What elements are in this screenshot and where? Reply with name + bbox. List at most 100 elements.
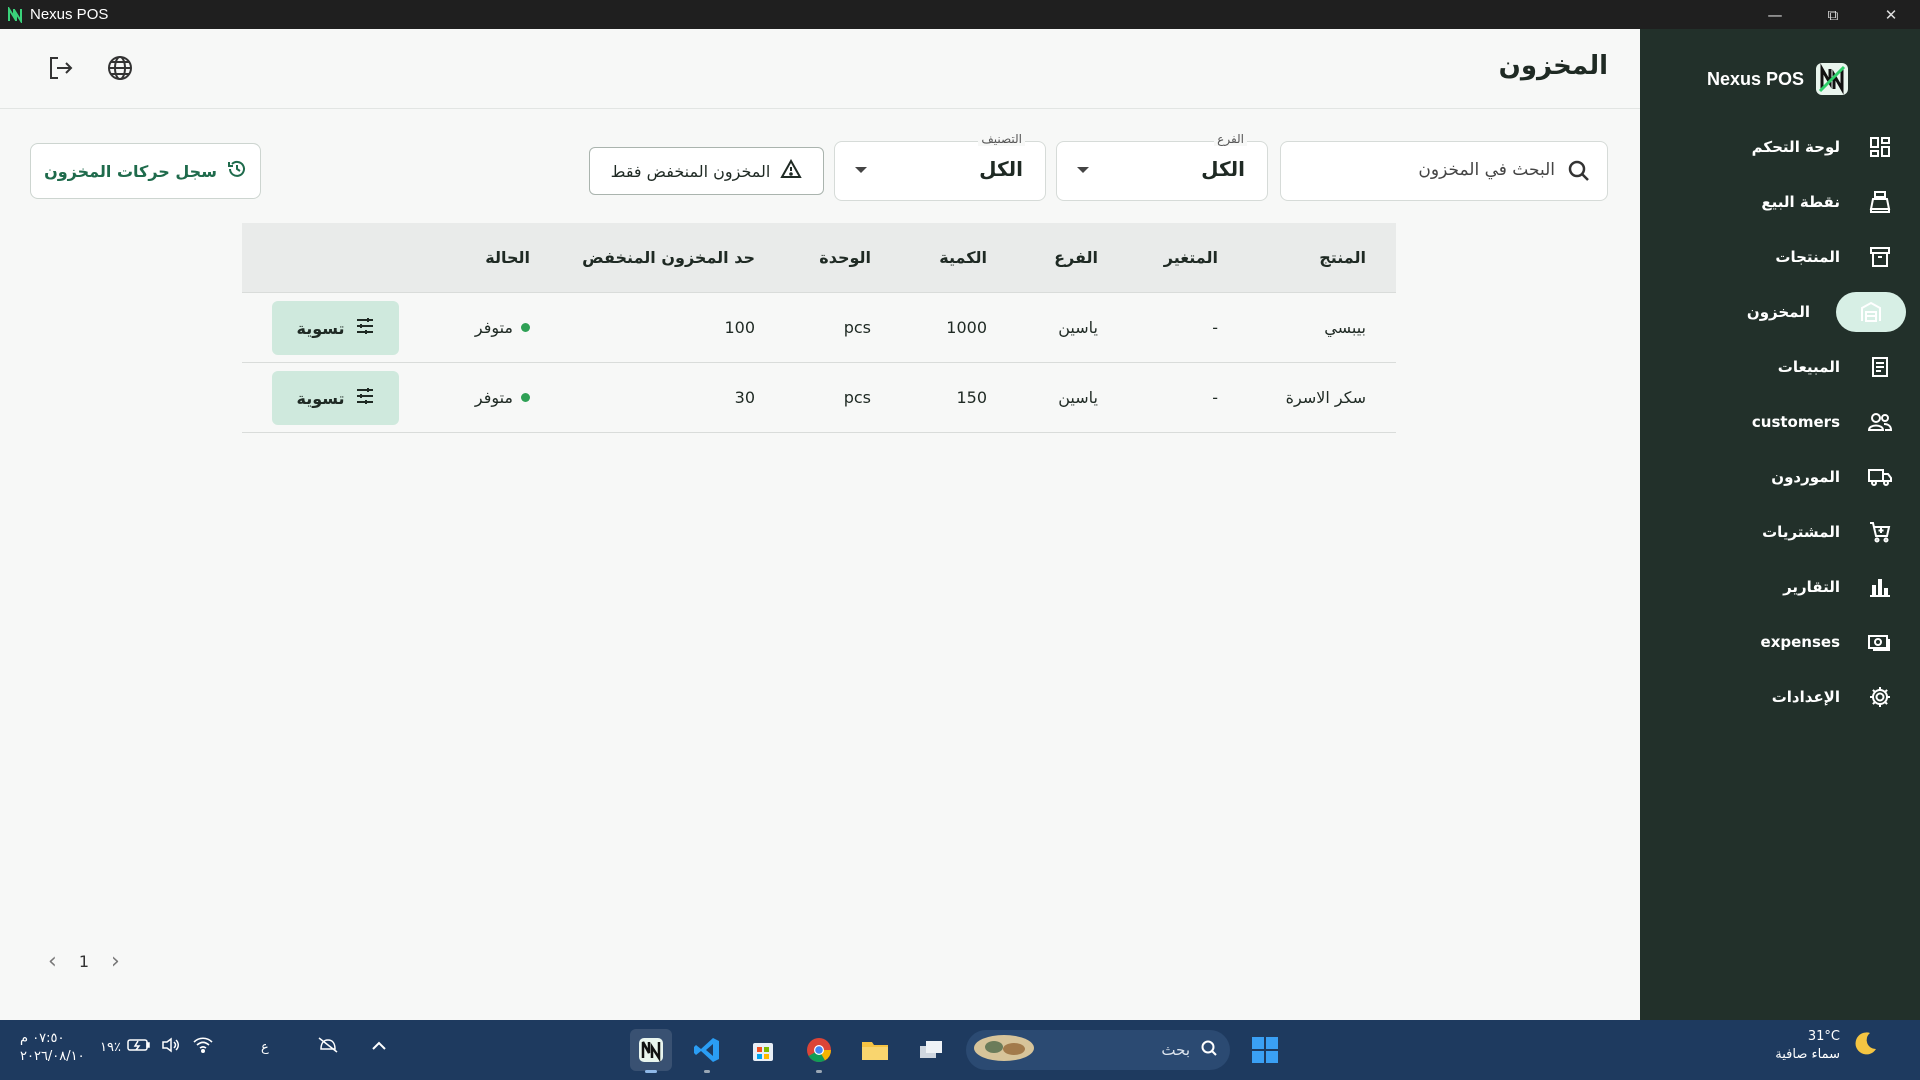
search-icon (1567, 159, 1591, 187)
col-variant: المتغير (1163, 248, 1218, 267)
cart-icon (1866, 518, 1894, 546)
sidebar-item-products[interactable]: المنتجات (1654, 237, 1906, 277)
warning-triangle-icon (780, 158, 803, 183)
file-explorer-taskbar-icon[interactable] (854, 1029, 896, 1071)
cell-branch: ياسين (1058, 388, 1098, 407)
cell-variant: - (1212, 388, 1218, 407)
sidebar-item-purchases[interactable]: المشتريات (1654, 512, 1906, 552)
notifications-off-icon[interactable] (317, 1036, 339, 1058)
current-page[interactable]: 1 (79, 952, 89, 971)
prev-page-button[interactable]: ‹ (48, 949, 57, 974)
chevron-up-icon[interactable] (371, 1040, 387, 1055)
close-button[interactable]: ✕ (1862, 0, 1920, 29)
sidebar-item-dashboard[interactable]: لوحة التحكم (1654, 127, 1906, 167)
sidebar-item-label: لوحة التحكم (1751, 138, 1840, 156)
archive-box-icon (1866, 243, 1894, 271)
sidebar-item-settings[interactable]: الإعدادات (1654, 677, 1906, 717)
window-title: Nexus POS (30, 6, 109, 23)
system-tray: ١٩٪ ع (100, 1036, 387, 1058)
status-text: متوفر (474, 318, 513, 337)
history-label: سجل حركات المخزون (44, 161, 217, 181)
gear-icon (1866, 683, 1894, 711)
logout-icon[interactable] (43, 51, 77, 85)
table-header: المنتج المتغير الفرع الكمية الوحدة حد ال… (242, 223, 1396, 293)
maximize-button[interactable]: ⧉ (1804, 0, 1862, 29)
start-menu-button[interactable] (1244, 1029, 1286, 1071)
status-dot (521, 393, 530, 402)
sidebar-item-customers[interactable]: customers (1654, 402, 1906, 442)
clock-date: ٢٠٢٦/٠٨/١٠ (20, 1049, 85, 1064)
window-titlebar: Nexus POS — ⧉ ✕ (0, 0, 1920, 29)
col-unit: الوحدة (819, 248, 871, 267)
active-pill (1836, 292, 1906, 332)
receipt-icon (1866, 353, 1894, 381)
sidebar-item-inventory[interactable]: المخزون (1654, 292, 1906, 332)
cell-branch: ياسين (1058, 318, 1098, 337)
sliders-icon (355, 387, 375, 409)
adjust-label: تسوية (296, 388, 345, 408)
sidebar-item-expenses[interactable]: expenses (1654, 622, 1906, 662)
stock-movements-history-button[interactable]: سجل حركات المخزون (30, 143, 261, 199)
main-content: المخزون الفرع الكل التصنيف الكل المخزون … (0, 29, 1640, 1020)
cash-register-icon (1866, 188, 1894, 216)
low-stock-label: المخزون المنخفض فقط (610, 161, 771, 181)
sliders-icon (355, 317, 375, 339)
history-icon (227, 159, 247, 183)
sidebar-item-sales[interactable]: المبيعات (1654, 347, 1906, 387)
nexus-pos-taskbar-icon[interactable] (630, 1029, 672, 1073)
col-low-stock-threshold: حد المخزون المنخفض (582, 248, 755, 267)
status-text: متوفر (474, 388, 513, 407)
volume-icon[interactable] (161, 1037, 181, 1057)
search-icon (1200, 1039, 1218, 1061)
weather-desc: سماء صافية (1775, 1047, 1840, 1062)
category-select[interactable]: التصنيف الكل (834, 132, 1046, 201)
language-globe-icon[interactable] (103, 51, 137, 85)
adjust-stock-button[interactable]: تسوية (272, 371, 399, 425)
search-highlight-image (972, 1033, 1036, 1067)
adjust-stock-button[interactable]: تسوية (272, 301, 399, 355)
minimize-button[interactable]: — (1746, 0, 1804, 29)
col-product: المنتج (1319, 248, 1366, 267)
running-indicator (816, 1070, 822, 1073)
input-language-indicator[interactable]: ع (261, 1040, 269, 1055)
inventory-search-field[interactable] (1280, 141, 1608, 201)
cell-threshold: 100 (724, 318, 755, 337)
task-view-taskbar-icon[interactable] (910, 1029, 952, 1071)
moon-icon (1850, 1029, 1880, 1063)
sidebar-item-pos[interactable]: نقطة البيع (1654, 182, 1906, 222)
search-input[interactable] (1305, 160, 1555, 180)
sidebar: Nexus POS لوحة التحكم نقطة البيع المنتجا… (1640, 29, 1920, 1020)
table-row: سكر الاسرة - ياسين 150 pcs 30 متوفر تسوي… (242, 363, 1396, 433)
dashboard-icon (1866, 133, 1894, 161)
branch-select[interactable]: الفرع الكل (1056, 132, 1268, 201)
vscode-taskbar-icon[interactable] (686, 1029, 728, 1073)
category-select-value: الكل (979, 157, 1023, 181)
chevron-down-icon (1077, 167, 1089, 173)
sidebar-item-label: الموردون (1771, 468, 1840, 486)
cell-quantity: 150 (956, 388, 987, 407)
sidebar-item-label: customers (1751, 413, 1840, 431)
wifi-icon[interactable] (193, 1037, 213, 1057)
battery-percent: ١٩٪ (100, 1039, 121, 1055)
low-stock-only-toggle[interactable]: المخزون المنخفض فقط (589, 147, 824, 195)
taskbar-search-placeholder: بحث (1161, 1041, 1190, 1059)
sidebar-item-suppliers[interactable]: الموردون (1654, 457, 1906, 497)
chrome-taskbar-icon[interactable] (798, 1029, 840, 1073)
next-page-button[interactable]: › (111, 949, 120, 974)
col-branch: الفرع (1054, 248, 1098, 267)
chevron-down-icon (855, 167, 867, 173)
weather-widget[interactable]: 31°C سماء صافية (1775, 1028, 1880, 1064)
cell-quantity: 1000 (946, 318, 987, 337)
weather-temp: 31°C (1807, 1029, 1840, 1044)
sidebar-item-reports[interactable]: التقارير (1654, 567, 1906, 607)
store-taskbar-icon[interactable] (742, 1029, 784, 1071)
app-logo-icon (6, 6, 24, 24)
col-quantity: الكمية (939, 248, 987, 267)
truck-icon (1866, 463, 1894, 491)
brand: Nexus POS (1707, 61, 1850, 97)
taskbar-clock[interactable]: ٠٧:٥٠ م ٢٠٢٦/٠٨/١٠ (20, 1030, 85, 1066)
sidebar-item-label: المنتجات (1775, 248, 1840, 266)
taskbar-search[interactable]: بحث (966, 1030, 1230, 1070)
branch-select-label: الفرع (1214, 132, 1247, 146)
page-header: المخزون (0, 29, 1640, 109)
